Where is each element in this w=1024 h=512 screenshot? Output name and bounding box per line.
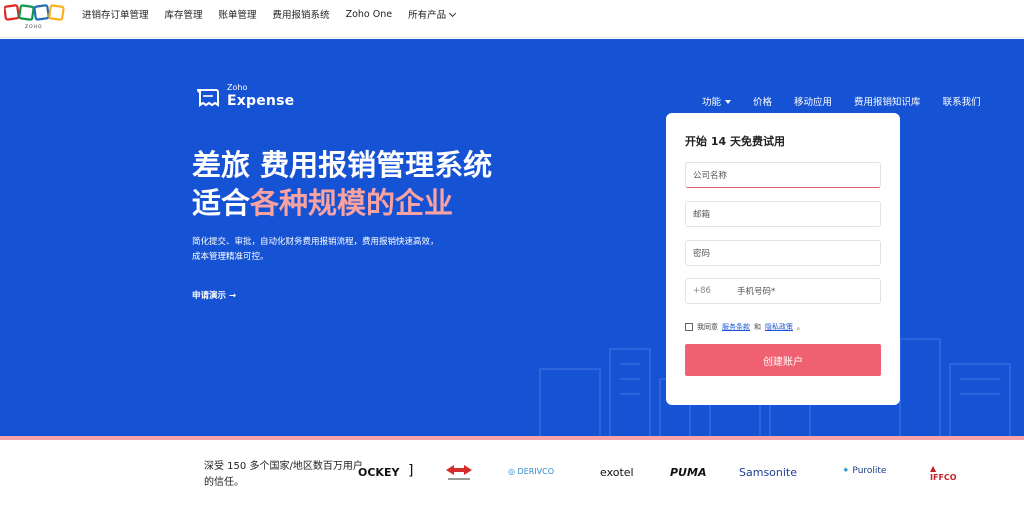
top-navigation: ZOHO 进销存订单管理 库存管理 账单管理 费用报销系统 Zoho One 所… bbox=[0, 0, 1024, 38]
nav-item-mobile-apps[interactable]: 移动应用 bbox=[794, 94, 832, 108]
customer-logo-exotel: exotel bbox=[600, 466, 634, 479]
arrow-right-icon: → bbox=[228, 291, 237, 301]
purolite-text: Purolite bbox=[852, 466, 887, 476]
demo-label: 申请演示 bbox=[192, 291, 227, 301]
password-placeholder: 密码 bbox=[693, 249, 711, 259]
expense-logo-icon bbox=[196, 89, 219, 107]
caret-down-icon bbox=[725, 100, 732, 104]
create-account-button[interactable]: 创建账户 bbox=[685, 344, 881, 376]
agree-checkbox[interactable] bbox=[685, 323, 693, 331]
nav-item-features[interactable]: 功能 bbox=[702, 94, 732, 108]
agree-suffix: 。 bbox=[797, 323, 804, 331]
zoho-logo[interactable]: ZOHO bbox=[4, 4, 66, 30]
iffco-mark-icon: ▲ bbox=[930, 464, 937, 473]
email-placeholder: 邮箱 bbox=[693, 210, 711, 220]
hero-section: Zoho Expense 功能 价格 移动应用 费用报销知识库 联系我们 差旅 … bbox=[0, 39, 1024, 436]
subtext-line-1: 简化提交、审批，自动化财务费用报销流程，费用报销快速高效， bbox=[192, 237, 439, 247]
headline-line-2: 适合各种规模的企业 bbox=[192, 184, 492, 222]
terms-link[interactable]: 服务条款 bbox=[722, 322, 750, 332]
signup-card: 开始 14 天免费试用 公司名称 邮箱 密码 +86 手机号码* 我同意 服务条款… bbox=[666, 113, 900, 405]
purolite-mark-icon: ✦ bbox=[842, 466, 850, 476]
headline-line-1: 差旅 费用报销管理系统 bbox=[192, 148, 493, 182]
trust-text: 深受 150 多个国家/地区数百万用户的信任。 bbox=[204, 461, 363, 488]
all-products-label: 所有产品 bbox=[408, 10, 447, 21]
iffco-text: IFFCO bbox=[930, 473, 957, 482]
topnav-item-zoho-one[interactable]: Zoho One bbox=[346, 9, 393, 20]
subtext-line-2: 成本管理精准可控。 bbox=[192, 252, 269, 262]
customer-logo-ockey: OCKEY bbox=[358, 466, 400, 479]
customer-logo-samsonite: Samsonite bbox=[739, 466, 798, 479]
agree-text: 我同意 bbox=[697, 323, 718, 331]
trust-section: 深受 150 多个国家/地区数百万用户的信任。 OCKEY ] ◎ DERIVC… bbox=[0, 440, 1024, 512]
customer-logo-iffco: ▲ IFFCO bbox=[930, 464, 957, 482]
customer-logo-red-arrows bbox=[446, 465, 472, 480]
zoho-expense-brand[interactable]: Zoho Expense bbox=[194, 83, 294, 113]
email-input[interactable]: 邮箱 bbox=[685, 201, 881, 227]
topnav-item-expense[interactable]: 费用报销系统 bbox=[273, 7, 330, 21]
signup-title: 开始 14 天免费试用 bbox=[685, 135, 785, 148]
company-name-input[interactable]: 公司名称 bbox=[685, 162, 881, 188]
chevron-down-icon bbox=[449, 9, 457, 18]
privacy-link[interactable]: 隐私政策 bbox=[765, 322, 793, 332]
customer-logo-derivco: ◎ DERIVCO bbox=[508, 467, 555, 476]
company-placeholder: 公司名称 bbox=[693, 171, 728, 181]
password-input[interactable]: 密码 bbox=[685, 240, 881, 266]
topnav-item-inventory-orders[interactable]: 进销存订单管理 bbox=[82, 7, 149, 21]
hero-headline: 差旅 费用报销管理系统 适合各种规模的企业 bbox=[192, 146, 492, 222]
customer-logo-purolite: ✦ Purolite bbox=[842, 466, 886, 476]
nav-item-knowledge-base[interactable]: 费用报销知识库 bbox=[854, 94, 921, 108]
phone-input[interactable]: +86 手机号码* bbox=[685, 278, 881, 304]
phone-placeholder: 手机号码* bbox=[736, 287, 776, 297]
brand-zoho-text: Zoho bbox=[227, 83, 248, 92]
topnav-item-billing[interactable]: 账单管理 bbox=[219, 7, 257, 21]
phone-country-code[interactable]: +86 bbox=[693, 286, 711, 296]
customer-logo-puma: PUMA bbox=[670, 466, 707, 479]
nav-item-pricing[interactable]: 价格 bbox=[753, 94, 772, 108]
logo-divider: ] bbox=[408, 463, 414, 479]
brand-expense-text: Expense bbox=[227, 93, 295, 109]
and-text: 和 bbox=[754, 323, 761, 331]
terms-agreement: 我同意 服务条款 和 隐私政策。 bbox=[685, 322, 804, 332]
topnav-item-all-products[interactable]: 所有产品 bbox=[408, 7, 457, 21]
headline-plain: 适合 bbox=[192, 186, 251, 220]
derivco-text: DERIVCO bbox=[517, 467, 555, 476]
request-demo-link[interactable]: 申请演示 → bbox=[192, 289, 236, 301]
headline-highlight: 各种规模的企业 bbox=[250, 186, 454, 220]
nav-features-label: 功能 bbox=[702, 97, 722, 108]
topnav-item-inventory[interactable]: 库存管理 bbox=[165, 7, 203, 21]
nav-item-contact[interactable]: 联系我们 bbox=[943, 94, 981, 108]
main-navigation: 功能 价格 移动应用 费用报销知识库 联系我们 bbox=[702, 94, 981, 108]
svg-text:ZOHO: ZOHO bbox=[25, 24, 43, 30]
hero-subtext: 简化提交、审批，自动化财务费用报销流程，费用报销快速高效， 成本管理精准可控。 bbox=[192, 235, 492, 265]
